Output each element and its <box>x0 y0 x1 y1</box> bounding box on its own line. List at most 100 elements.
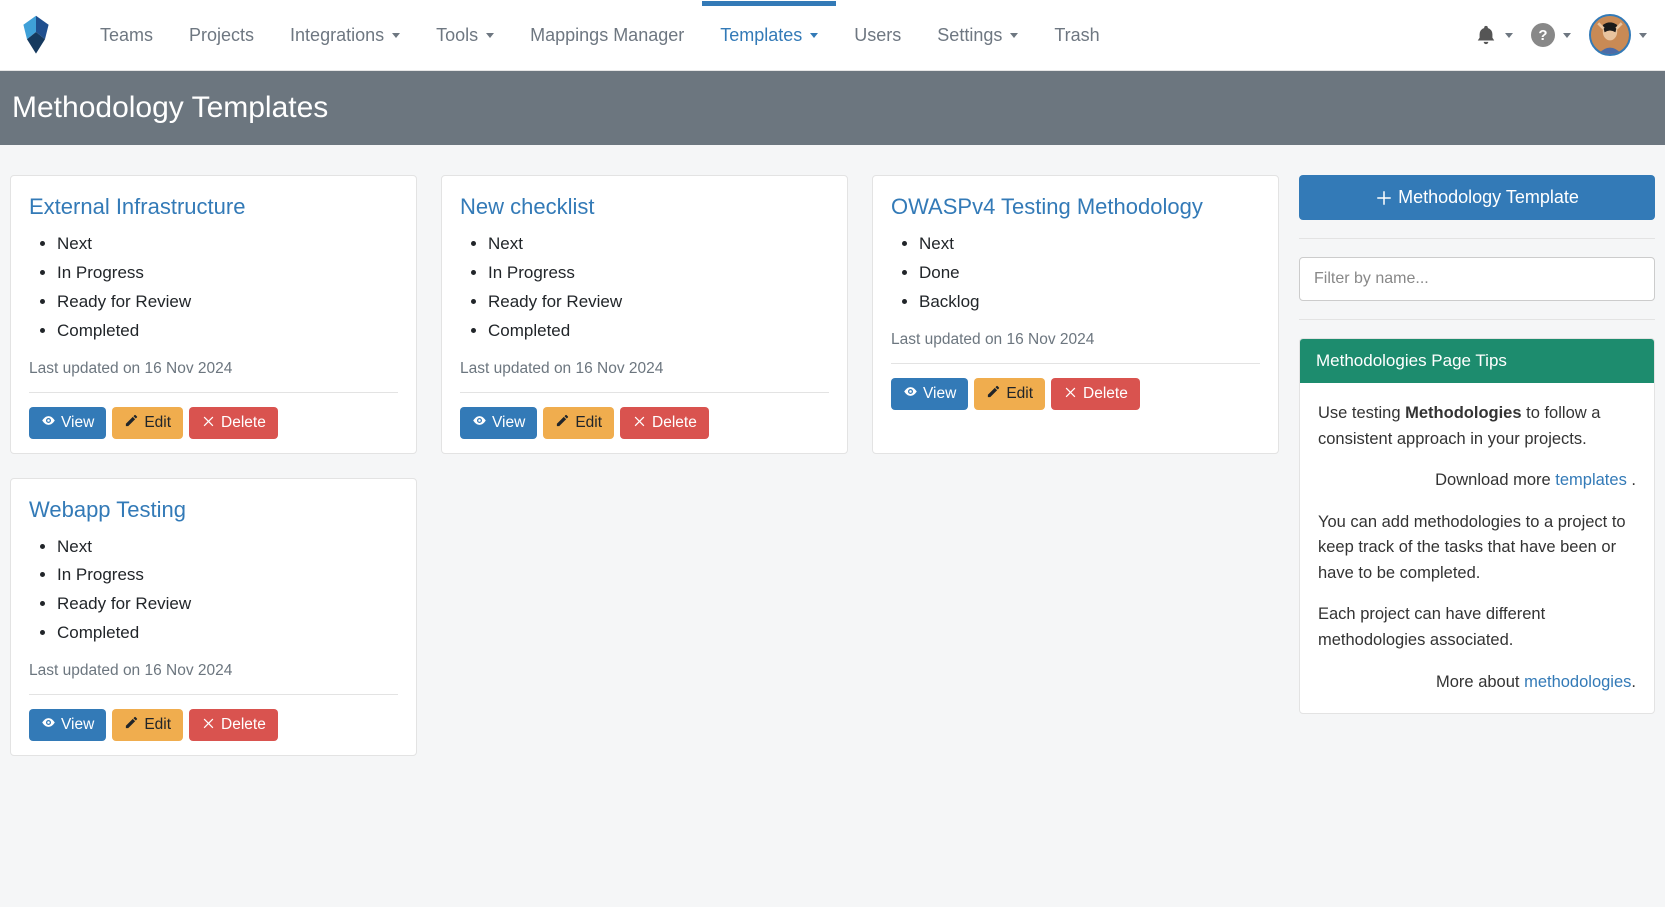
nav-item-teams[interactable]: Teams <box>82 1 171 70</box>
delete-button[interactable]: Delete <box>189 709 278 741</box>
nav-item-projects[interactable]: Projects <box>171 1 272 70</box>
chevron-down-icon <box>1010 33 1018 38</box>
card-title[interactable]: Webapp Testing <box>29 497 398 523</box>
divider <box>1299 319 1655 320</box>
nav-item-trash[interactable]: Trash <box>1036 1 1117 70</box>
delete-button[interactable]: Delete <box>189 407 278 439</box>
nav-item-templates[interactable]: Templates <box>702 1 836 70</box>
card-actions: View Edit Delete <box>460 407 829 439</box>
close-icon <box>632 413 647 433</box>
card-title[interactable]: External Infrastructure <box>29 194 398 220</box>
delete-label: Delete <box>652 414 697 432</box>
nav-item-label: Tools <box>436 25 478 46</box>
pencil-icon <box>986 384 1001 404</box>
delete-button[interactable]: Delete <box>620 407 709 439</box>
delete-button[interactable]: Delete <box>1051 378 1140 410</box>
close-icon <box>201 413 216 433</box>
card-item: Completed <box>57 619 398 648</box>
tips-body: Use testing Methodologies to follow a co… <box>1300 383 1654 713</box>
delete-label: Delete <box>1083 385 1128 403</box>
tips-download: Download more templates . <box>1318 468 1636 494</box>
sidebar: Methodology Template Methodologies Page … <box>1299 175 1655 714</box>
methodology-card: New checklistNextIn ProgressReady for Re… <box>441 175 848 454</box>
tips-header: Methodologies Page Tips <box>1300 339 1654 383</box>
nav-item-settings[interactable]: Settings <box>919 1 1036 70</box>
question-icon: ? <box>1531 23 1555 47</box>
tips-panel: Methodologies Page Tips Use testing Meth… <box>1299 338 1655 714</box>
nav-item-label: Teams <box>100 25 153 46</box>
card-items: NextIn ProgressReady for ReviewCompleted <box>29 230 398 346</box>
chevron-down-icon <box>810 33 818 38</box>
close-icon <box>201 715 216 735</box>
edit-button[interactable]: Edit <box>112 407 183 439</box>
view-button[interactable]: View <box>29 407 106 439</box>
view-label: View <box>61 716 94 734</box>
pencil-icon <box>555 413 570 433</box>
card-items: NextIn ProgressReady for ReviewCompleted <box>29 533 398 649</box>
methodology-card: OWASPv4 Testing Methodology NextDoneBackl… <box>872 175 1279 454</box>
methodologies-link[interactable]: methodologies <box>1524 673 1631 691</box>
card-item: In Progress <box>57 561 398 590</box>
edit-button[interactable]: Edit <box>112 709 183 741</box>
eye-icon <box>41 715 56 735</box>
card-title[interactable]: New checklist <box>460 194 829 220</box>
card-item: Ready for Review <box>57 288 398 317</box>
card-meta: Last updated on 16 Nov 2024 <box>460 360 829 378</box>
tips-text: You can add methodologies to a project t… <box>1318 510 1636 587</box>
nav-item-mappings-manager[interactable]: Mappings Manager <box>512 1 702 70</box>
edit-button[interactable]: Edit <box>543 407 614 439</box>
view-button[interactable]: View <box>29 709 106 741</box>
help-dropdown[interactable]: ? <box>1531 23 1571 47</box>
edit-label: Edit <box>575 414 602 432</box>
chevron-down-icon <box>392 33 400 38</box>
page-title: Methodology Templates <box>0 71 1665 145</box>
nav-item-integrations[interactable]: Integrations <box>272 1 418 70</box>
nav-item-label: Mappings Manager <box>530 25 684 46</box>
eye-icon <box>41 413 56 433</box>
card-item: Ready for Review <box>57 590 398 619</box>
nav-item-tools[interactable]: Tools <box>418 1 512 70</box>
bell-icon <box>1475 24 1497 46</box>
card-meta: Last updated on 16 Nov 2024 <box>891 331 1260 349</box>
delete-label: Delete <box>221 414 266 432</box>
nav-item-label: Projects <box>189 25 254 46</box>
card-item: Ready for Review <box>488 288 829 317</box>
card-item: Next <box>57 230 398 259</box>
notifications-dropdown[interactable] <box>1475 24 1513 46</box>
pencil-icon <box>124 413 139 433</box>
methodology-card: External Infrastructure NextIn ProgressRe… <box>10 175 417 454</box>
card-item: Done <box>919 259 1260 288</box>
content: External InfrastructureNextIn ProgressRe… <box>0 145 1665 786</box>
card-item: Completed <box>488 317 829 346</box>
nav-item-label: Templates <box>720 25 802 46</box>
card-title[interactable]: OWASPv4 Testing Methodology <box>891 194 1260 220</box>
card-item: Backlog <box>919 288 1260 317</box>
user-menu-dropdown[interactable] <box>1589 14 1647 56</box>
edit-label: Edit <box>144 414 171 432</box>
edit-label: Edit <box>144 716 171 734</box>
templates-link[interactable]: templates <box>1555 471 1627 489</box>
tips-text: Use testing Methodologies to follow a co… <box>1318 401 1636 452</box>
nav-item-users[interactable]: Users <box>836 1 919 70</box>
chevron-down-icon <box>486 33 494 38</box>
edit-button[interactable]: Edit <box>974 378 1045 410</box>
divider <box>29 392 398 393</box>
card-items: NextDoneBacklog <box>891 230 1260 317</box>
nav-items: Teams Projects Integrations Tools Mappings M… <box>82 1 1475 70</box>
add-methodology-button[interactable]: Methodology Template <box>1299 175 1655 220</box>
view-button[interactable]: View <box>891 378 968 410</box>
card-actions: ViewEdit Delete <box>891 378 1260 410</box>
card-item: In Progress <box>488 259 829 288</box>
divider <box>891 363 1260 364</box>
nav-item-label: Users <box>854 25 901 46</box>
plus-icon <box>1375 189 1393 207</box>
filter-input[interactable] <box>1299 257 1655 301</box>
view-label: View <box>61 414 94 432</box>
card-item: Next <box>919 230 1260 259</box>
view-button[interactable]: View <box>460 407 537 439</box>
app-logo[interactable] <box>18 14 54 56</box>
navbar: Teams Projects Integrations Tools Mappings M… <box>0 0 1665 71</box>
eye-icon <box>472 413 487 433</box>
delete-label: Delete <box>221 716 266 734</box>
nav-item-label: Integrations <box>290 25 384 46</box>
